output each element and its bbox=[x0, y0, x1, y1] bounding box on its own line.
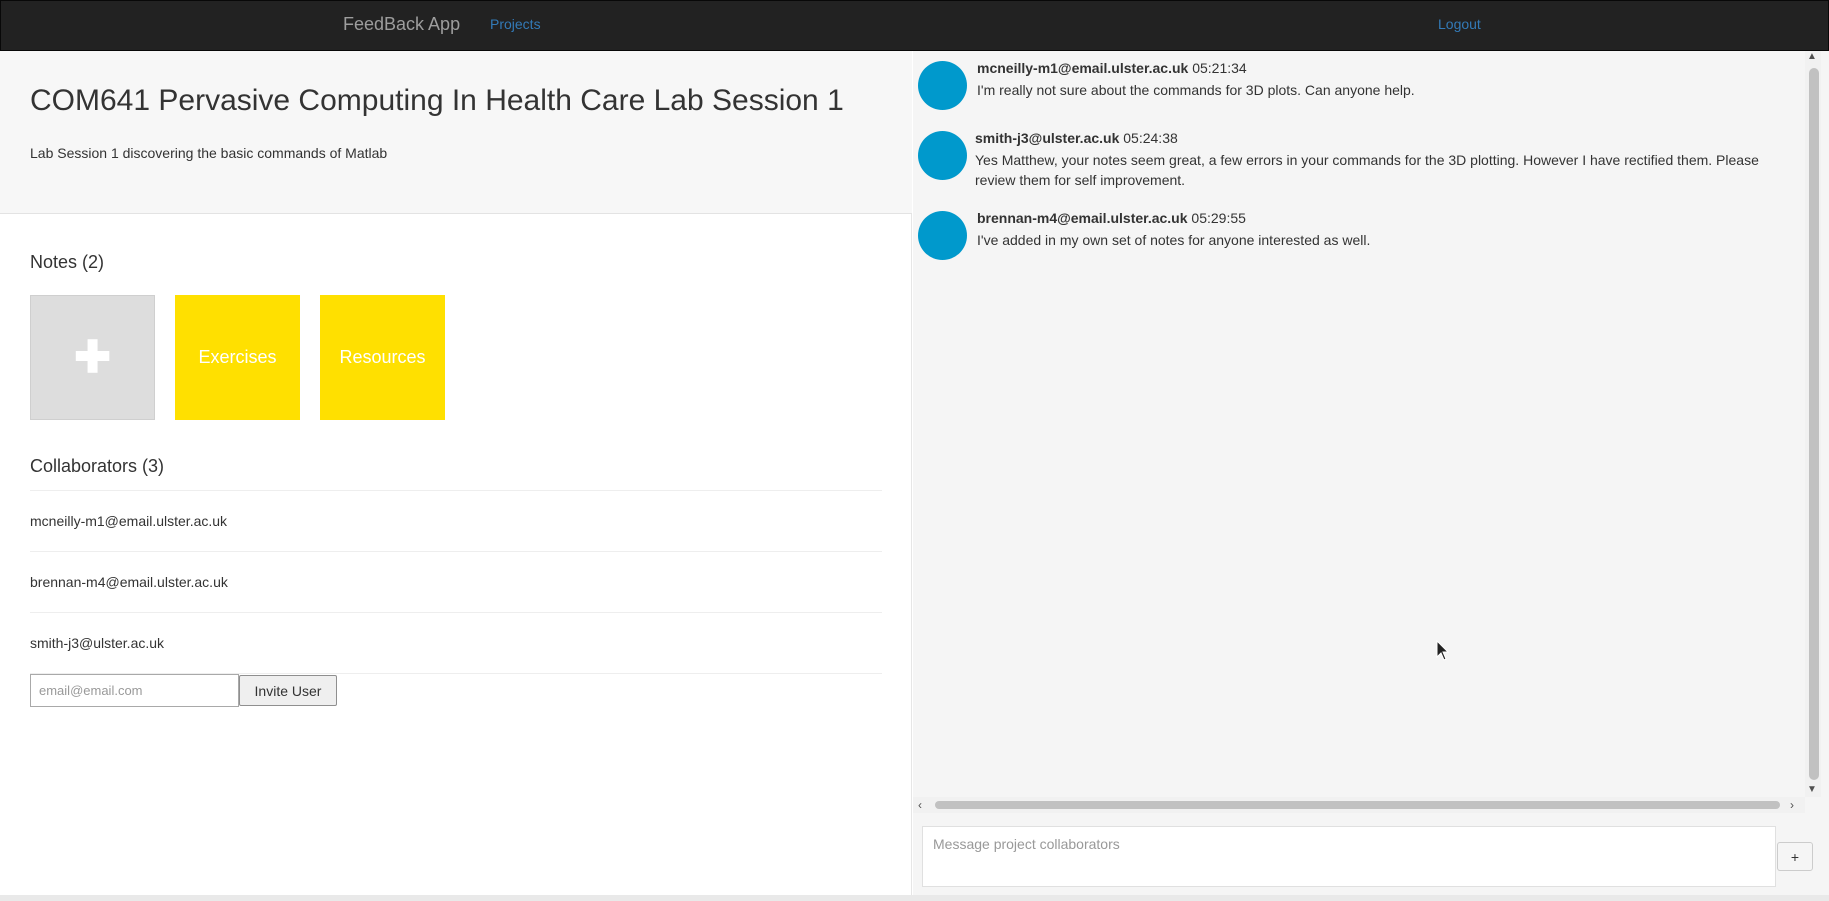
message-author: mcneilly-m1@email.ulster.ac.uk bbox=[977, 60, 1189, 76]
mouse-cursor-icon bbox=[1436, 640, 1450, 661]
message-text: Yes Matthew, your notes seem great, a fe… bbox=[975, 152, 1759, 188]
project-description: Lab Session 1 discovering the basic comm… bbox=[30, 145, 388, 161]
list-item: brennan-m4@email.ulster.ac.uk bbox=[30, 552, 882, 613]
projects-link[interactable]: Projects bbox=[490, 16, 541, 32]
list-item: smith-j3@ulster.ac.uk bbox=[30, 613, 882, 674]
scrollbar-thumb[interactable] bbox=[1809, 68, 1819, 780]
page-title: COM641 Pervasive Computing In Health Car… bbox=[30, 84, 844, 117]
project-panel: COM641 Pervasive Computing In Health Car… bbox=[0, 51, 912, 901]
invite-user-button[interactable]: Invite User bbox=[239, 675, 337, 706]
message-time: 05:21:34 bbox=[1192, 60, 1247, 76]
send-message-button[interactable]: + bbox=[1777, 842, 1813, 871]
notes-heading: Notes (2) bbox=[30, 252, 105, 272]
chat-panel: mcneilly-m1@email.ulster.ac.uk 05:21:34 … bbox=[913, 51, 1829, 901]
note-tile-resources[interactable]: Resources bbox=[320, 295, 445, 420]
add-note-button[interactable]: ✚ bbox=[30, 295, 155, 420]
message-time: 05:29:55 bbox=[1191, 210, 1246, 226]
plus-icon: ✚ bbox=[74, 332, 111, 382]
message-text: I've added in my own set of notes for an… bbox=[977, 232, 1371, 248]
invite-email-input[interactable] bbox=[30, 674, 239, 707]
message-author: brennan-m4@email.ulster.ac.uk bbox=[977, 210, 1188, 226]
project-header: COM641 Pervasive Computing In Health Car… bbox=[0, 51, 912, 214]
app-brand[interactable]: FeedBack App bbox=[343, 14, 460, 35]
message-author: smith-j3@ulster.ac.uk bbox=[975, 130, 1120, 146]
message-text: I'm really not sure about the commands f… bbox=[977, 82, 1415, 98]
horizontal-scrollbar[interactable]: ‹ › bbox=[913, 797, 1805, 813]
scroll-up-icon[interactable]: ▲ bbox=[1807, 51, 1817, 62]
avatar bbox=[918, 131, 967, 180]
chat-message: smith-j3@ulster.ac.uk 05:24:38 Yes Matth… bbox=[918, 121, 1798, 199]
chat-message: brennan-m4@email.ulster.ac.uk 05:29:55 I… bbox=[918, 201, 1798, 269]
message-input[interactable] bbox=[922, 826, 1776, 887]
avatar bbox=[918, 211, 967, 260]
scroll-down-icon[interactable]: ▼ bbox=[1807, 784, 1817, 795]
vertical-scrollbar[interactable]: ▲ ▼ bbox=[1805, 51, 1821, 797]
scroll-left-icon[interactable]: ‹ bbox=[918, 798, 922, 812]
note-tile-exercises[interactable]: Exercises bbox=[175, 295, 300, 420]
logout-link[interactable]: Logout bbox=[1438, 16, 1481, 32]
scrollbar-thumb[interactable] bbox=[935, 801, 1780, 809]
message-time: 05:24:38 bbox=[1123, 130, 1178, 146]
chat-message: mcneilly-m1@email.ulster.ac.uk 05:21:34 … bbox=[918, 51, 1798, 119]
list-item: mcneilly-m1@email.ulster.ac.uk bbox=[30, 491, 882, 552]
collaborators-heading: Collaborators (3) bbox=[30, 456, 165, 476]
scroll-right-icon[interactable]: › bbox=[1790, 798, 1794, 812]
bottom-bar bbox=[0, 895, 1829, 901]
top-navbar: FeedBack App Projects Logout bbox=[0, 0, 1829, 51]
collaborators-list: mcneilly-m1@email.ulster.ac.uk brennan-m… bbox=[30, 490, 882, 674]
avatar bbox=[918, 61, 967, 110]
